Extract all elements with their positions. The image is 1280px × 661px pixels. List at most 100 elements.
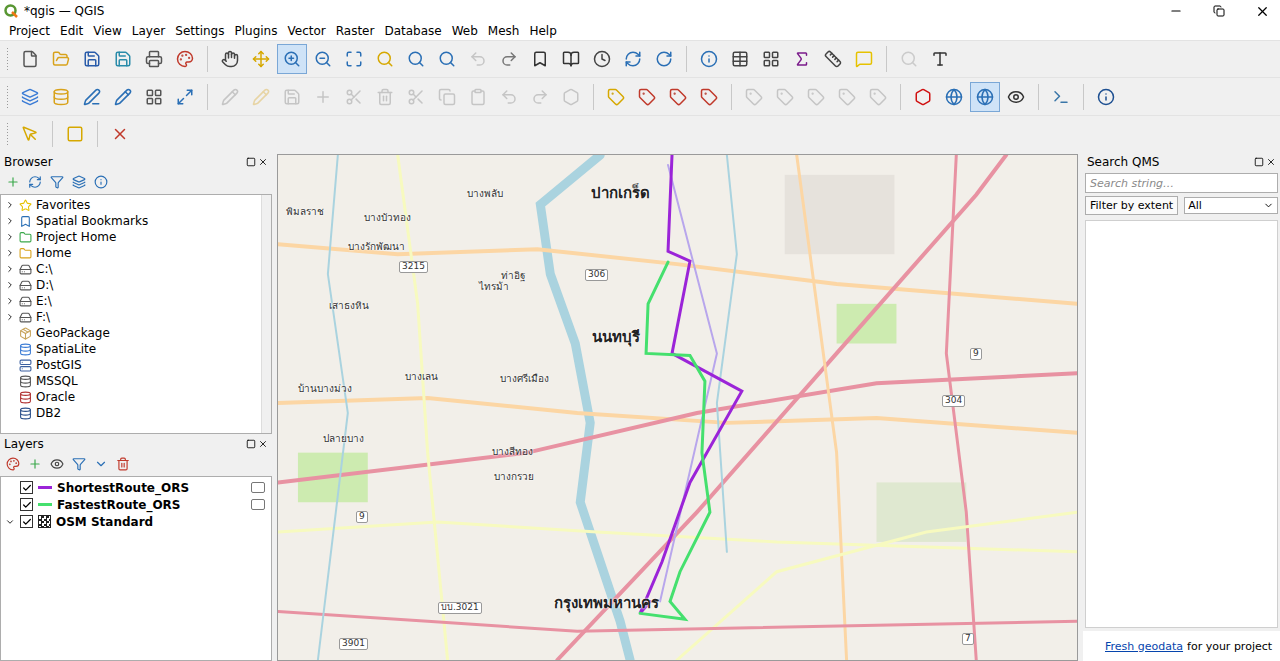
tool-button[interactable] bbox=[849, 44, 879, 74]
menu-item[interactable]: Mesh bbox=[483, 24, 525, 38]
menu-item[interactable]: Settings bbox=[170, 24, 229, 38]
tool-button[interactable] bbox=[556, 44, 586, 74]
tool-button[interactable] bbox=[246, 82, 276, 112]
browser-item[interactable]: Project Home bbox=[1, 229, 261, 245]
tool-button[interactable] bbox=[725, 44, 755, 74]
tool-button[interactable] bbox=[463, 82, 493, 112]
tool-button[interactable] bbox=[663, 82, 693, 112]
tool-button[interactable] bbox=[432, 82, 462, 112]
visibility-icon[interactable] bbox=[50, 457, 64, 471]
tool-button[interactable] bbox=[339, 44, 369, 74]
tool-button[interactable] bbox=[939, 82, 969, 112]
tool-button[interactable] bbox=[818, 44, 848, 74]
browser-item[interactable]: Spatial Bookmarks bbox=[1, 213, 261, 229]
style-icon[interactable] bbox=[6, 457, 20, 471]
browser-item[interactable]: SpatiaLite bbox=[1, 341, 261, 357]
tool-button[interactable] bbox=[401, 82, 431, 112]
tool-button[interactable] bbox=[494, 82, 524, 112]
tool-button[interactable] bbox=[756, 44, 786, 74]
tool-button[interactable] bbox=[308, 44, 338, 74]
tool-button[interactable] bbox=[632, 82, 662, 112]
float-icon[interactable] bbox=[246, 157, 256, 167]
menu-item[interactable]: Database bbox=[379, 24, 446, 38]
filter-icon[interactable] bbox=[50, 175, 64, 189]
browser-item[interactable]: C:\ bbox=[1, 261, 261, 277]
browser-item[interactable]: E:\ bbox=[1, 293, 261, 309]
tool-button[interactable] bbox=[246, 44, 276, 74]
fresh-geodata-link[interactable]: Fresh geodata bbox=[1105, 640, 1183, 653]
tool-button[interactable] bbox=[105, 119, 135, 149]
tool-button[interactable] bbox=[339, 82, 369, 112]
tool-button[interactable] bbox=[46, 82, 76, 112]
restore-icon[interactable] bbox=[1213, 5, 1225, 17]
tool-button[interactable] bbox=[15, 82, 45, 112]
refresh-icon[interactable] bbox=[28, 175, 42, 189]
layer-item[interactable]: OSM Standard bbox=[1, 513, 271, 530]
search-input[interactable]: Search string… bbox=[1085, 173, 1278, 193]
browser-item[interactable]: MSSQL bbox=[1, 373, 261, 389]
temporary-layer-icon[interactable] bbox=[251, 482, 265, 493]
browser-item[interactable]: DB2 bbox=[1, 405, 261, 421]
tool-button[interactable] bbox=[277, 82, 307, 112]
map-canvas[interactable]: ปากเกร็ดนนทบุรีกรุงเทพมหานครบางพลับบางบั… bbox=[277, 154, 1078, 661]
filter-by-extent-button[interactable]: Filter by extent bbox=[1085, 196, 1178, 215]
tool-button[interactable] bbox=[694, 82, 724, 112]
expand-arrow-icon[interactable] bbox=[5, 232, 15, 242]
browser-item[interactable]: Home bbox=[1, 245, 261, 261]
menu-item[interactable]: Raster bbox=[331, 24, 380, 38]
tool-button[interactable] bbox=[463, 44, 493, 74]
menu-item[interactable]: Vector bbox=[282, 24, 330, 38]
close-icon[interactable] bbox=[1255, 4, 1270, 19]
browser-item[interactable]: Oracle bbox=[1, 389, 261, 405]
tool-button[interactable] bbox=[277, 44, 307, 74]
tool-button[interactable] bbox=[432, 44, 462, 74]
tool-button[interactable] bbox=[1001, 82, 1031, 112]
tool-button[interactable] bbox=[525, 82, 555, 112]
close-icon[interactable] bbox=[1266, 157, 1276, 167]
close-icon[interactable] bbox=[258, 439, 268, 449]
temporary-layer-icon[interactable] bbox=[251, 499, 265, 510]
tool-button[interactable] bbox=[925, 44, 955, 74]
expand-arrow-icon[interactable] bbox=[5, 248, 15, 258]
tool-button[interactable] bbox=[970, 82, 1000, 112]
expand-arrow-icon[interactable] bbox=[5, 200, 15, 210]
tool-button[interactable] bbox=[15, 119, 45, 149]
expand-arrow-icon[interactable] bbox=[5, 264, 15, 274]
tool-button[interactable] bbox=[863, 82, 893, 112]
tool-button[interactable] bbox=[370, 44, 400, 74]
tool-button[interactable] bbox=[694, 44, 724, 74]
tool-button[interactable] bbox=[832, 82, 862, 112]
tool-button[interactable] bbox=[370, 82, 400, 112]
add-group-icon[interactable] bbox=[28, 457, 42, 471]
menu-item[interactable]: Edit bbox=[55, 24, 88, 38]
remove-icon[interactable] bbox=[116, 457, 130, 471]
toolbar-grip[interactable] bbox=[6, 85, 10, 109]
browser-item[interactable]: Favorites bbox=[1, 197, 261, 213]
tool-button[interactable] bbox=[139, 44, 169, 74]
collapse-icon[interactable] bbox=[72, 175, 86, 189]
expanded-arrow-icon[interactable] bbox=[5, 517, 15, 527]
type-select[interactable]: All bbox=[1184, 197, 1278, 214]
tool-button[interactable] bbox=[618, 44, 648, 74]
tool-button[interactable] bbox=[77, 44, 107, 74]
tool-button[interactable] bbox=[1091, 82, 1121, 112]
tool-button[interactable] bbox=[15, 44, 45, 74]
add-icon[interactable] bbox=[6, 175, 20, 189]
float-icon[interactable] bbox=[246, 439, 256, 449]
menu-item[interactable]: Plugins bbox=[229, 24, 282, 38]
tool-button[interactable] bbox=[556, 82, 586, 112]
tool-button[interactable] bbox=[908, 82, 938, 112]
browser-item[interactable]: D:\ bbox=[1, 277, 261, 293]
tool-button[interactable] bbox=[46, 44, 76, 74]
toolbar-grip[interactable] bbox=[6, 47, 10, 71]
info-icon[interactable] bbox=[94, 175, 108, 189]
tool-button[interactable] bbox=[170, 82, 200, 112]
tool-button[interactable] bbox=[649, 44, 679, 74]
expand-arrow-icon[interactable] bbox=[5, 216, 15, 226]
filter-icon[interactable] bbox=[72, 457, 86, 471]
browser-item[interactable]: GeoPackage bbox=[1, 325, 261, 341]
menu-item[interactable]: Help bbox=[524, 24, 561, 38]
menu-item[interactable]: View bbox=[88, 24, 126, 38]
menu-item[interactable]: Project bbox=[4, 24, 55, 38]
tool-button[interactable] bbox=[215, 44, 245, 74]
